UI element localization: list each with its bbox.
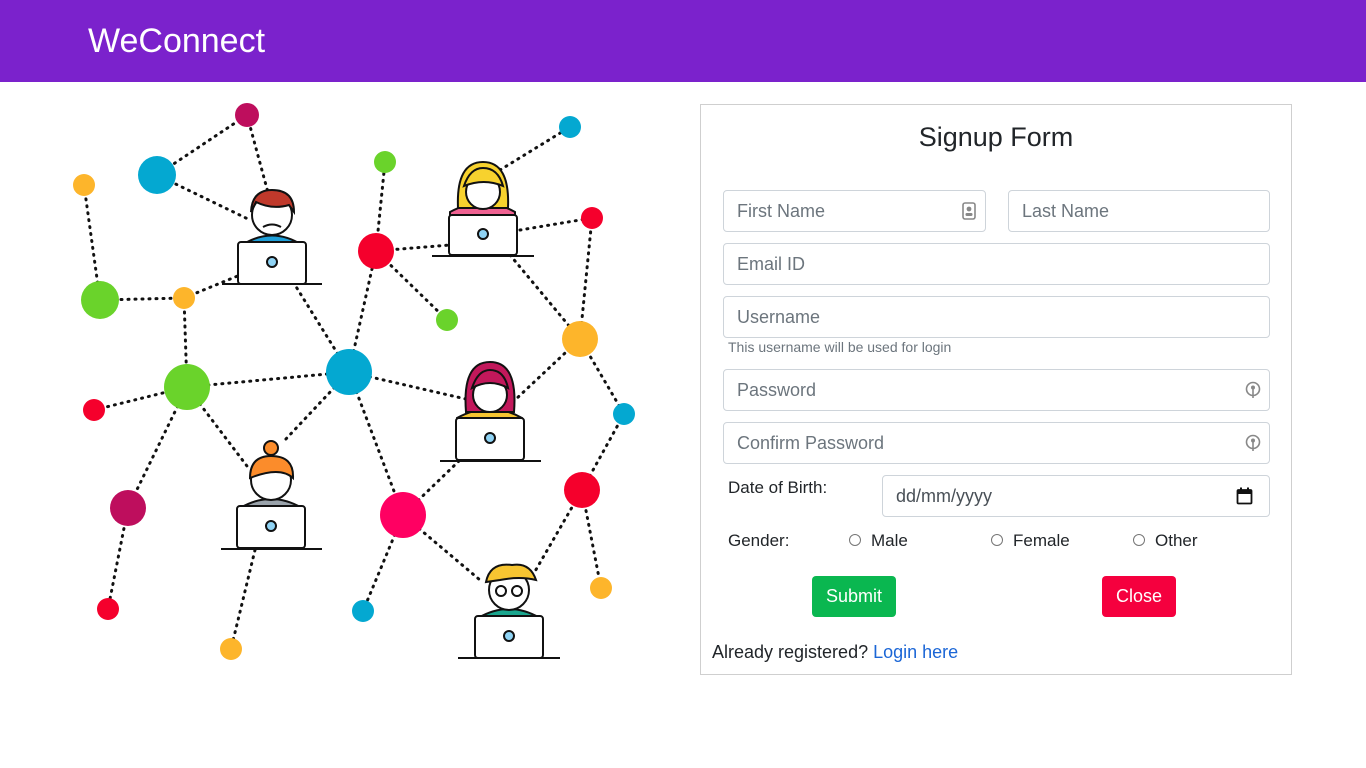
person-avatar-4 xyxy=(221,440,322,550)
last-name-input[interactable]: Last Name xyxy=(1008,190,1270,232)
username-help-text: This username will be used for login xyxy=(728,339,952,355)
email-input[interactable]: Email ID xyxy=(723,243,1270,285)
confirm-password-input[interactable]: Confirm Password xyxy=(723,422,1270,464)
login-link[interactable]: Login here xyxy=(873,642,958,662)
already-registered-text: Already registered? xyxy=(712,642,869,662)
contact-card-icon xyxy=(962,202,976,220)
person-avatar-3 xyxy=(440,360,541,462)
dob-label: Date of Birth: xyxy=(728,478,828,497)
network-illustration xyxy=(73,103,635,660)
gender-female-label[interactable]: Female xyxy=(1013,531,1070,551)
calendar-icon[interactable] xyxy=(1236,487,1253,505)
password-input[interactable]: Password xyxy=(723,369,1270,411)
person-avatar-5 xyxy=(458,563,560,659)
navbar: WeConnect xyxy=(0,0,1366,82)
close-button[interactable]: Close xyxy=(1102,576,1176,617)
gender-other-label[interactable]: Other xyxy=(1155,531,1198,551)
password-placeholder: Password xyxy=(737,380,817,400)
gender-female-radio[interactable] xyxy=(991,534,1003,546)
person-avatar-2 xyxy=(432,160,534,257)
gender-other-radio[interactable] xyxy=(1133,534,1145,546)
password-key-icon[interactable] xyxy=(1245,381,1261,399)
submit-button[interactable]: Submit xyxy=(812,576,896,617)
gender-male-label[interactable]: Male xyxy=(871,531,908,551)
first-name-input[interactable]: First Name xyxy=(723,190,986,232)
dob-input[interactable]: dd/mm/yyyy xyxy=(882,475,1270,517)
person-avatar-1 xyxy=(222,188,322,285)
username-input[interactable]: Username xyxy=(723,296,1270,338)
confirm-password-placeholder: Confirm Password xyxy=(737,433,885,453)
already-registered: Already registered? Login here xyxy=(712,642,958,662)
gender-male-radio[interactable] xyxy=(849,534,861,546)
dob-placeholder: dd/mm/yyyy xyxy=(896,486,993,506)
email-placeholder: Email ID xyxy=(737,254,806,274)
last-name-placeholder: Last Name xyxy=(1022,201,1110,221)
gender-label: Gender: xyxy=(728,531,790,550)
brand-title[interactable]: WeConnect xyxy=(88,20,265,62)
username-placeholder: Username xyxy=(737,307,821,327)
form-title: Signup Form xyxy=(918,122,1074,152)
first-name-placeholder: First Name xyxy=(737,201,826,221)
password-key-icon[interactable] xyxy=(1245,434,1261,452)
